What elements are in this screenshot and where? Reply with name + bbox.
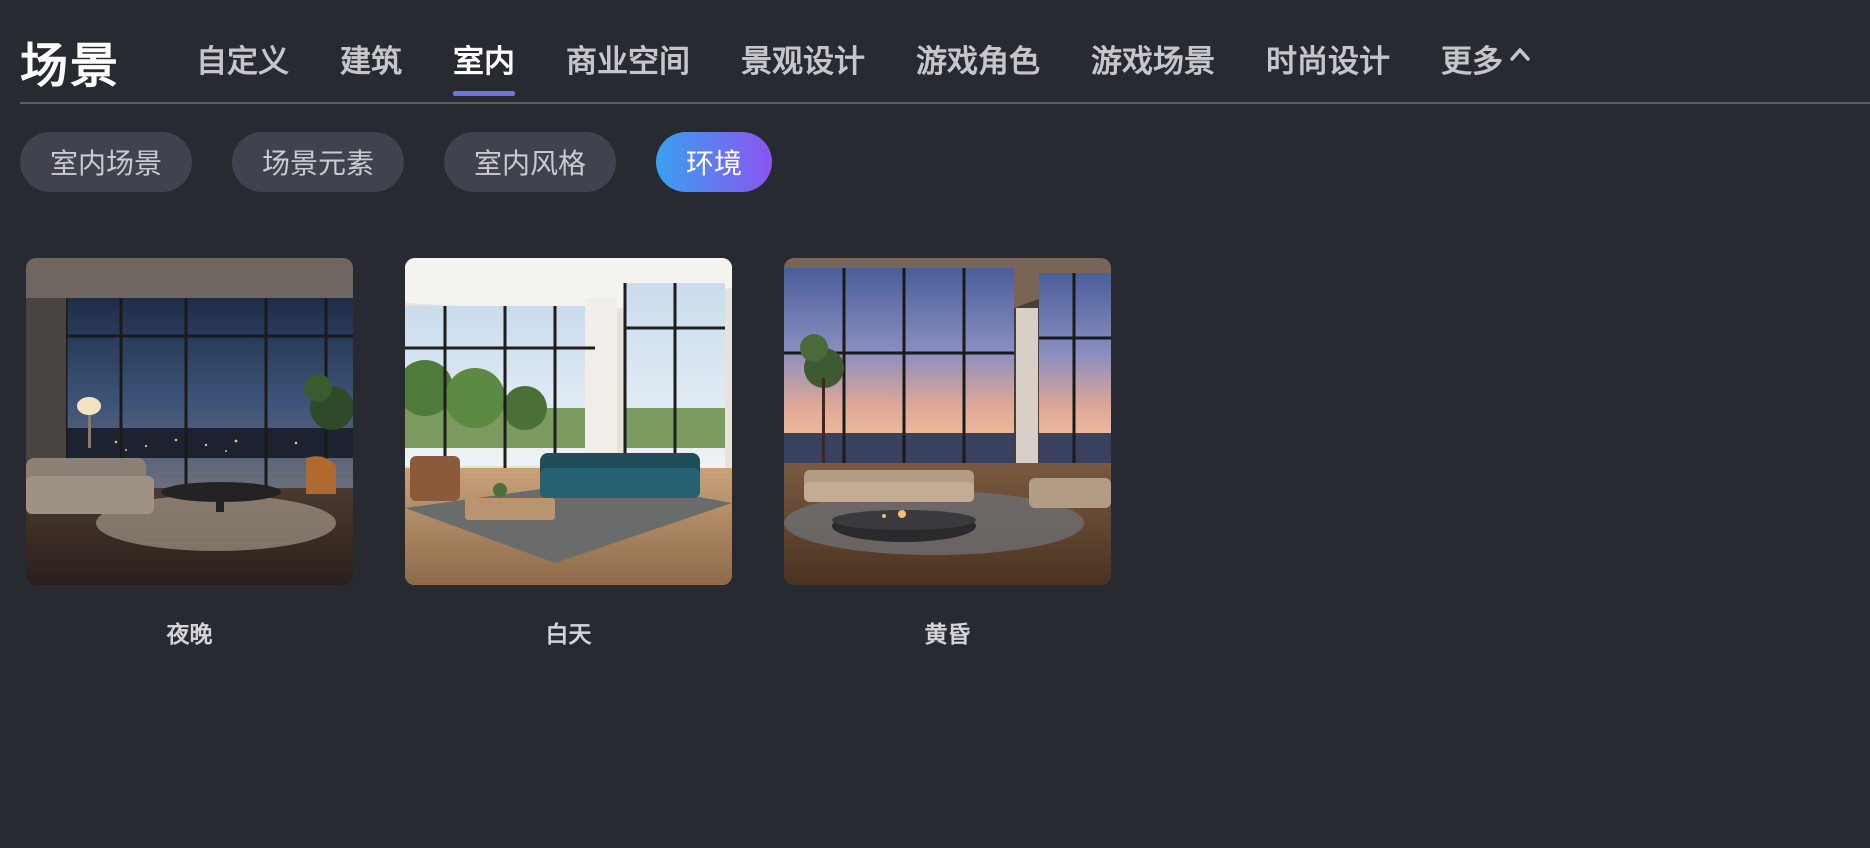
tab-interior[interactable]: 室内 [453,36,515,104]
chevron-up-icon [1510,48,1530,61]
tab-commercial-space[interactable]: 商业空间 [566,36,690,104]
page: 场景 自定义 建筑 室内 商业空间 景观设计 游戏角色 游戏场景 时尚设计 更多… [0,0,1870,848]
tab-fashion-design[interactable]: 时尚设计 [1266,36,1390,104]
sub-filter-chips: 室内场景 场景元素 室内风格 环境 [20,132,812,192]
tab-architecture[interactable]: 建筑 [340,36,402,104]
preset-label-day: 白天 [545,622,592,648]
tab-more[interactable]: 更多 [1441,36,1531,104]
preset-card-night[interactable]: 夜晚 [26,258,353,649]
tab-custom[interactable]: 自定义 [196,36,289,104]
preset-label-night: 夜晚 [166,622,213,648]
header: 场景 自定义 建筑 室内 商业空间 景观设计 游戏角色 游戏场景 时尚设计 更多 [20,0,1870,104]
tab-game-character[interactable]: 游戏角色 [916,36,1040,104]
preset-card-day[interactable]: 白天 [405,258,732,649]
chip-interior-style[interactable]: 室内风格 [444,132,617,192]
preset-label-dusk: 黄昏 [924,622,971,648]
category-tabs: 自定义 建筑 室内 商业空间 景观设计 游戏角色 游戏场景 时尚设计 更多 [196,36,1582,104]
page-title: 场景 [20,38,121,94]
preset-grid: 夜晚 白天 黄昏 [26,258,1163,649]
tab-landscape-design[interactable]: 景观设计 [741,36,865,104]
chip-interior-scene[interactable]: 室内场景 [20,132,193,192]
tab-more-label: 更多 [1441,44,1503,80]
tab-game-scene[interactable]: 游戏场景 [1091,36,1215,104]
chip-scene-elements[interactable]: 场景元素 [232,132,405,192]
day-living-room-image [405,258,732,585]
preset-card-dusk[interactable]: 黄昏 [784,258,1111,649]
dusk-living-room-image [784,258,1111,585]
night-living-room-image [26,258,353,585]
chip-environment[interactable]: 环境 [656,132,773,192]
